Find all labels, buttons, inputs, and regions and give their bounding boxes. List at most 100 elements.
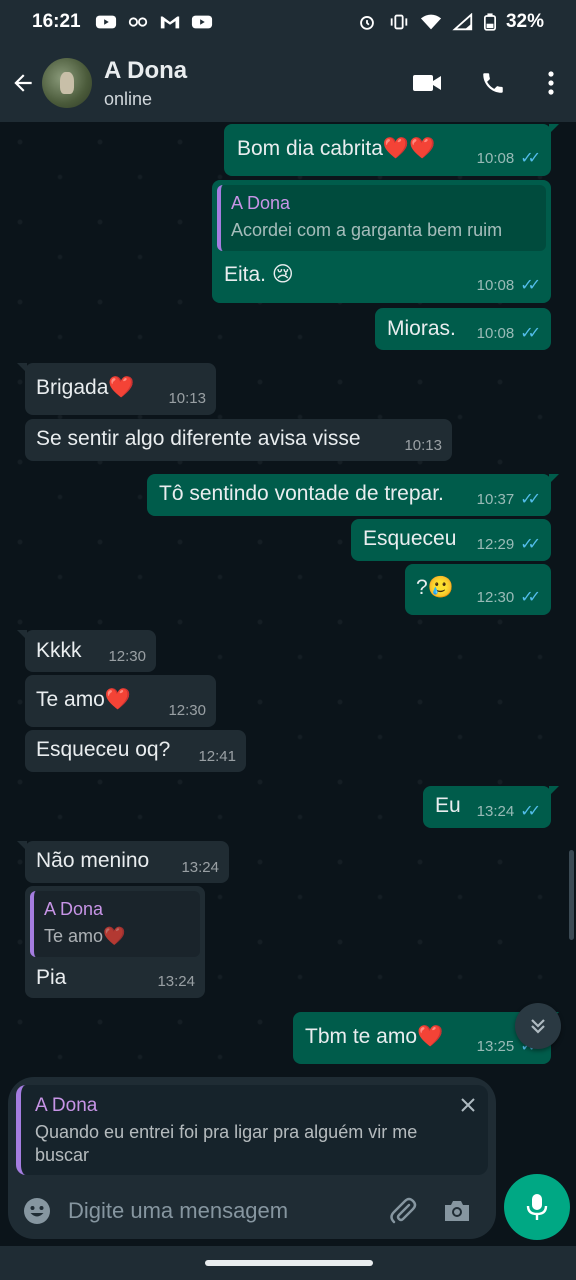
- message-text: Brigada❤️: [36, 376, 135, 399]
- status-bar: 16:21 32%: [0, 0, 576, 44]
- emoji-button[interactable]: [20, 1194, 54, 1228]
- wifi-icon: [420, 14, 442, 30]
- attach-button[interactable]: [376, 1189, 430, 1233]
- message-text: Bom dia cabrita❤️❤️: [237, 137, 436, 160]
- message-time: 12:29: [476, 535, 515, 553]
- voice-call-button[interactable]: [460, 44, 526, 122]
- read-ticks-icon: ✓✓: [520, 491, 541, 508]
- signal-icon: [452, 13, 473, 31]
- message-time: 12:30: [168, 702, 206, 719]
- reply-text: Quando eu entrei foi pra ligar pra algué…: [35, 1122, 418, 1165]
- status-time: 16:21: [32, 11, 81, 32]
- video-call-button[interactable]: [394, 44, 460, 122]
- back-button[interactable]: [4, 44, 42, 122]
- message-list[interactable]: Bom dia cabrita❤️❤️ 10:08 ✓✓ A Dona Acord…: [0, 122, 576, 1072]
- message-time: 10:08: [476, 276, 515, 294]
- message-outgoing[interactable]: Tbm te amo❤️ 13:25✓✓: [293, 1012, 559, 1064]
- message-incoming[interactable]: Kkkk 12:30: [17, 630, 156, 672]
- reply-preview[interactable]: A Dona Quando eu entrei foi pra ligar pr…: [16, 1085, 488, 1175]
- voice-message-button[interactable]: [504, 1174, 570, 1240]
- chat-scrollbar[interactable]: [569, 850, 574, 940]
- quoted-message[interactable]: A Dona Te amo❤️: [30, 891, 200, 957]
- message-time: 13:25: [476, 1037, 515, 1055]
- vibrate-icon: [390, 14, 408, 30]
- quoted-text: Acordei com a garganta bem ruim: [231, 220, 503, 240]
- message-time: 10:13: [168, 390, 206, 407]
- back-arrow-icon: [14, 74, 32, 92]
- message-input[interactable]: [68, 1198, 376, 1224]
- message-outgoing[interactable]: Esqueceu 12:29 ✓✓: [351, 519, 551, 561]
- message-text: Tbm te amo❤️: [305, 1025, 444, 1048]
- paperclip-icon: [390, 1197, 417, 1224]
- message-time: 10:13: [404, 437, 442, 454]
- message-outgoing[interactable]: Tô sentindo vontade de trepar. 10:37 ✓✓: [147, 474, 559, 516]
- home-gesture-handle[interactable]: [205, 1260, 373, 1266]
- microphone-icon: [526, 1194, 548, 1220]
- message-text: Eita. 😢: [224, 263, 294, 286]
- quoted-message[interactable]: A Dona Acordei com a garganta bem ruim: [217, 185, 546, 251]
- message-time: 12:41: [198, 748, 236, 765]
- message-text: Esqueceu oq?: [36, 738, 171, 761]
- double-chevron-down-icon: [531, 1019, 545, 1034]
- message-incoming[interactable]: Esqueceu oq? 12:41: [25, 730, 246, 772]
- message-outgoing[interactable]: Eu 13:24 ✓✓: [423, 786, 559, 828]
- avatar[interactable]: [42, 58, 92, 108]
- camera-button[interactable]: [430, 1189, 484, 1233]
- contact-status: online: [104, 88, 153, 109]
- system-nav-bar: [0, 1246, 576, 1280]
- video-camera-icon: [413, 75, 441, 91]
- emoji-icon: [24, 1198, 50, 1224]
- more-vert-icon: [548, 71, 554, 95]
- read-ticks-icon: ✓✓: [520, 536, 541, 553]
- message-incoming[interactable]: Não menino 13:24: [17, 841, 229, 883]
- contact-info[interactable]: A Dona online: [104, 57, 187, 110]
- battery-percent: 32%: [505, 11, 544, 32]
- message-time: 10:08: [476, 149, 515, 167]
- message-text: Esqueceu: [363, 527, 457, 550]
- battery-icon: [483, 13, 496, 31]
- quoted-author: A Dona: [44, 899, 104, 919]
- message-text: Pia: [36, 966, 67, 989]
- read-ticks-icon: ✓✓: [520, 277, 541, 294]
- message-text: Tô sentindo vontade de trepar.: [159, 482, 444, 505]
- contact-name: A Dona: [104, 56, 188, 84]
- read-ticks-icon: ✓✓: [520, 589, 541, 606]
- link-icon: [128, 17, 147, 27]
- message-outgoing[interactable]: Bom dia cabrita❤️❤️ 10:08 ✓✓: [224, 124, 559, 176]
- close-reply-button[interactable]: [456, 1093, 480, 1117]
- message-time: 12:30: [476, 588, 515, 606]
- message-outgoing[interactable]: Mioras. 10:08 ✓✓: [375, 308, 551, 350]
- message-text: Te amo❤️: [36, 688, 132, 711]
- message-incoming[interactable]: Se sentir algo diferente avisa visse 10:…: [25, 419, 452, 461]
- youtube-icon: [95, 15, 116, 29]
- message-time: 13:24: [181, 859, 219, 876]
- message-time: 13:24: [157, 973, 195, 990]
- read-ticks-icon: ✓✓: [520, 150, 541, 167]
- message-text: Não menino: [36, 849, 150, 872]
- composer: A Dona Quando eu entrei foi pra ligar pr…: [8, 1077, 496, 1239]
- message-outgoing[interactable]: ?🥲 12:30 ✓✓: [405, 564, 551, 615]
- message-incoming-reply[interactable]: A Dona Te amo❤️ Pia 13:24: [25, 886, 205, 998]
- chat-header: A Dona online: [0, 44, 576, 122]
- youtube-icon: [191, 15, 212, 29]
- message-time: 13:24: [476, 802, 515, 820]
- camera-icon: [445, 1201, 469, 1221]
- read-ticks-icon: ✓✓: [520, 803, 541, 820]
- message-time: 10:08: [476, 324, 515, 342]
- scroll-to-bottom-button[interactable]: [515, 1003, 561, 1049]
- message-time: 12:30: [108, 648, 146, 665]
- message-incoming[interactable]: Te amo❤️ 12:30: [25, 675, 216, 727]
- message-text: Eu: [435, 794, 461, 817]
- phone-icon: [483, 73, 503, 93]
- message-incoming[interactable]: Brigada❤️ 10:13: [17, 363, 216, 415]
- menu-button[interactable]: [526, 44, 576, 122]
- read-ticks-icon: ✓✓: [520, 325, 541, 342]
- message-text: Mioras.: [387, 317, 456, 340]
- reply-author: A Dona: [35, 1095, 98, 1116]
- alarm-icon: [360, 16, 374, 30]
- message-text: Se sentir algo diferente avisa visse: [36, 427, 361, 450]
- message-outgoing-reply[interactable]: A Dona Acordei com a garganta bem ruim E…: [212, 180, 551, 303]
- message-text: Kkkk: [36, 639, 82, 662]
- quoted-author: A Dona: [231, 193, 291, 213]
- quoted-text: Te amo❤️: [44, 926, 126, 946]
